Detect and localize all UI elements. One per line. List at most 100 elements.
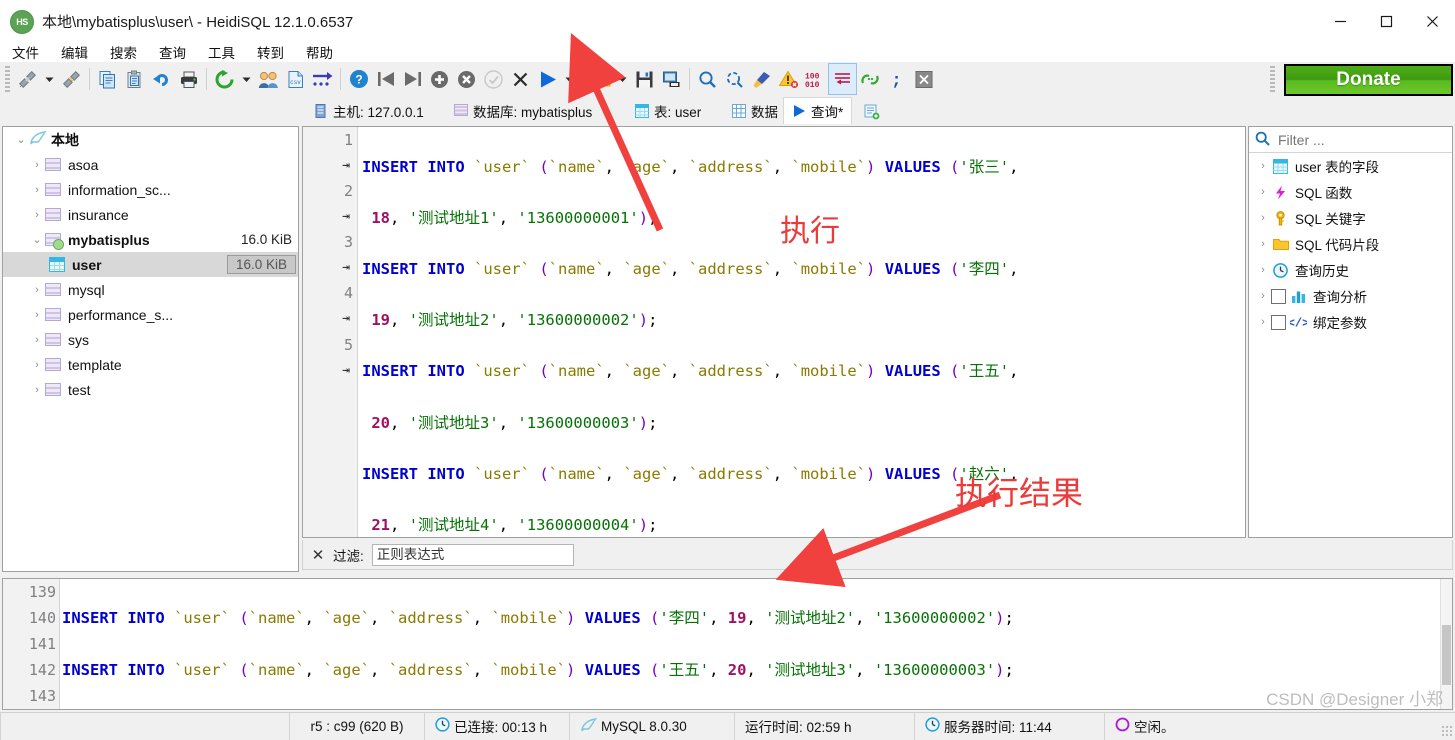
maximize-button[interactable] bbox=[1363, 0, 1409, 42]
helper-item-query-profile[interactable]: › 查询分析 bbox=[1249, 283, 1452, 309]
tree-item-mysql[interactable]: › mysql bbox=[3, 277, 298, 302]
cancel-icon[interactable] bbox=[507, 64, 534, 94]
chevron-right-icon[interactable]: › bbox=[29, 309, 45, 321]
find-icon[interactable] bbox=[694, 64, 721, 94]
toolbar-grip-2[interactable] bbox=[1270, 66, 1275, 92]
previous-icon[interactable] bbox=[372, 64, 399, 94]
tab-new-query[interactable] bbox=[860, 97, 882, 124]
tree-item-test[interactable]: › test bbox=[3, 377, 298, 402]
sql-log-panel[interactable]: 139 140 141 142 143 INSERT INTO `user` (… bbox=[2, 578, 1453, 710]
menu-tools[interactable]: 工具 bbox=[208, 42, 235, 62]
helpers-filter-box[interactable] bbox=[1249, 127, 1452, 153]
tree-item-user[interactable]: user 16.0 KiB bbox=[3, 252, 298, 277]
donate-button[interactable]: Donate bbox=[1284, 64, 1453, 96]
chevron-right-icon[interactable]: › bbox=[1255, 264, 1271, 276]
menu-search[interactable]: 搜索 bbox=[110, 42, 137, 62]
sql-editor-panel[interactable]: 1 ⇥ 2 ⇥ 3 ⇥ 4 ⇥ 5 ⇥ INSERT INTO `user` (… bbox=[302, 126, 1246, 538]
close-result-filter-icon[interactable]: ✕ bbox=[303, 546, 333, 564]
warning-icon[interactable] bbox=[775, 64, 802, 94]
helpers-filter-input[interactable] bbox=[1276, 130, 1430, 149]
print-icon[interactable] bbox=[175, 64, 202, 94]
connect-icon[interactable] bbox=[14, 64, 41, 94]
chevron-down-icon[interactable]: ⌄ bbox=[29, 233, 45, 246]
csv-export-icon[interactable]: csv bbox=[282, 64, 309, 94]
query-profile-checkbox[interactable] bbox=[1271, 288, 1286, 304]
refresh-dropdown-caret-icon[interactable] bbox=[238, 64, 255, 94]
chevron-right-icon[interactable]: › bbox=[1255, 186, 1271, 198]
chevron-right-icon[interactable]: › bbox=[1255, 212, 1271, 224]
chevron-right-icon[interactable]: › bbox=[1255, 238, 1271, 250]
run-query-icon[interactable] bbox=[534, 64, 561, 94]
disconnect-icon[interactable] bbox=[58, 64, 85, 94]
chevron-right-icon[interactable]: › bbox=[29, 334, 45, 346]
chevron-right-icon[interactable]: › bbox=[29, 359, 45, 371]
close-tab-icon[interactable] bbox=[910, 64, 937, 94]
refresh-icon[interactable] bbox=[211, 64, 238, 94]
tab-table[interactable]: 表: user bbox=[627, 97, 709, 124]
sql-code-area[interactable]: INSERT INTO `user` (`name`, `age`, `addr… bbox=[358, 127, 1245, 537]
delete-icon[interactable] bbox=[453, 64, 480, 94]
menu-goto[interactable]: 转到 bbox=[257, 42, 284, 62]
save-icon[interactable] bbox=[631, 64, 658, 94]
tree-item-template[interactable]: › template bbox=[3, 352, 298, 377]
commit-icon[interactable] bbox=[480, 64, 507, 94]
open-dropdown-caret-icon[interactable] bbox=[614, 64, 631, 94]
tab-host[interactable]: 主机: 127.0.0.1 bbox=[306, 97, 432, 124]
tab-query[interactable]: 查询* bbox=[783, 97, 853, 124]
log-scrollbar-thumb[interactable] bbox=[1442, 625, 1451, 685]
copy-icon[interactable] bbox=[94, 64, 121, 94]
database-tree-panel[interactable]: ⌄ 本地 › asoa › information_sc... › insura… bbox=[2, 126, 299, 572]
menu-query[interactable]: 查询 bbox=[159, 42, 186, 62]
users-icon[interactable] bbox=[255, 64, 282, 94]
connect-dropdown-caret-icon[interactable] bbox=[41, 64, 58, 94]
helper-item-sql-snippets[interactable]: › SQL 代码片段 bbox=[1249, 231, 1452, 257]
menu-edit[interactable]: 编辑 bbox=[61, 42, 88, 62]
tab-database[interactable]: 数据库: mybatisplus bbox=[446, 97, 600, 124]
chevron-right-icon[interactable]: › bbox=[29, 284, 45, 296]
menu-help[interactable]: 帮助 bbox=[306, 42, 333, 62]
replace-icon[interactable] bbox=[721, 64, 748, 94]
tree-item-mybatisplus[interactable]: ⌄ mybatisplus 16.0 KiB bbox=[3, 227, 298, 252]
save-as-icon[interactable] bbox=[658, 64, 685, 94]
tree-item-asoa[interactable]: › asoa bbox=[3, 152, 298, 177]
run-dropdown-caret-icon[interactable] bbox=[561, 64, 578, 94]
word-wrap-icon[interactable] bbox=[828, 63, 857, 95]
helper-item-table-columns[interactable]: › user 表的字段 bbox=[1249, 153, 1452, 179]
add-icon[interactable] bbox=[426, 64, 453, 94]
next-icon[interactable] bbox=[399, 64, 426, 94]
minimize-button[interactable] bbox=[1317, 0, 1363, 42]
delimiter-icon[interactable]: ; bbox=[883, 64, 910, 94]
chevron-right-icon[interactable]: › bbox=[29, 159, 45, 171]
help-icon[interactable]: ? bbox=[345, 64, 372, 94]
resize-grip[interactable] bbox=[1442, 726, 1453, 737]
helper-item-bind-parameters[interactable]: › </> 绑定参数 bbox=[1249, 309, 1452, 335]
paste-icon[interactable] bbox=[121, 64, 148, 94]
bind-parameters-checkbox[interactable] bbox=[1271, 314, 1286, 330]
tree-item-information-schema[interactable]: › information_sc... bbox=[3, 177, 298, 202]
binary-icon[interactable]: 100 010 bbox=[802, 64, 829, 94]
format-sql-icon[interactable] bbox=[748, 64, 775, 94]
chevron-right-icon[interactable]: › bbox=[29, 184, 45, 196]
tree-item-insurance[interactable]: › insurance bbox=[3, 202, 298, 227]
chevron-right-icon[interactable]: › bbox=[1255, 160, 1271, 172]
tree-item-performance-schema[interactable]: › performance_s... bbox=[3, 302, 298, 327]
chevron-right-icon[interactable]: › bbox=[1255, 316, 1271, 328]
chevron-right-icon[interactable]: › bbox=[1255, 290, 1271, 302]
chevron-down-icon[interactable]: ⌄ bbox=[13, 133, 29, 146]
menu-file[interactable]: 文件 bbox=[12, 42, 39, 62]
validate-icon[interactable] bbox=[856, 64, 883, 94]
bulk-transfer-icon[interactable] bbox=[309, 64, 336, 94]
tree-item-sys[interactable]: › sys bbox=[3, 327, 298, 352]
open-folder-icon[interactable] bbox=[587, 64, 614, 94]
toolbar-grip-1[interactable] bbox=[5, 66, 10, 92]
chevron-right-icon[interactable]: › bbox=[29, 384, 45, 396]
chevron-right-icon[interactable]: › bbox=[29, 209, 45, 221]
sql-helpers-panel[interactable]: › user 表的字段 › SQL 函数 › SQL 关键字 › SQL bbox=[1248, 126, 1453, 538]
helper-item-sql-functions[interactable]: › SQL 函数 bbox=[1249, 179, 1452, 205]
tab-data[interactable]: 数据 bbox=[724, 97, 786, 124]
result-filter-input[interactable] bbox=[371, 543, 574, 566]
close-button[interactable] bbox=[1409, 0, 1455, 42]
helper-item-sql-keywords[interactable]: › SQL 关键字 bbox=[1249, 205, 1452, 231]
helper-item-query-history[interactable]: › 查询历史 bbox=[1249, 257, 1452, 283]
undo-icon[interactable] bbox=[148, 64, 175, 94]
